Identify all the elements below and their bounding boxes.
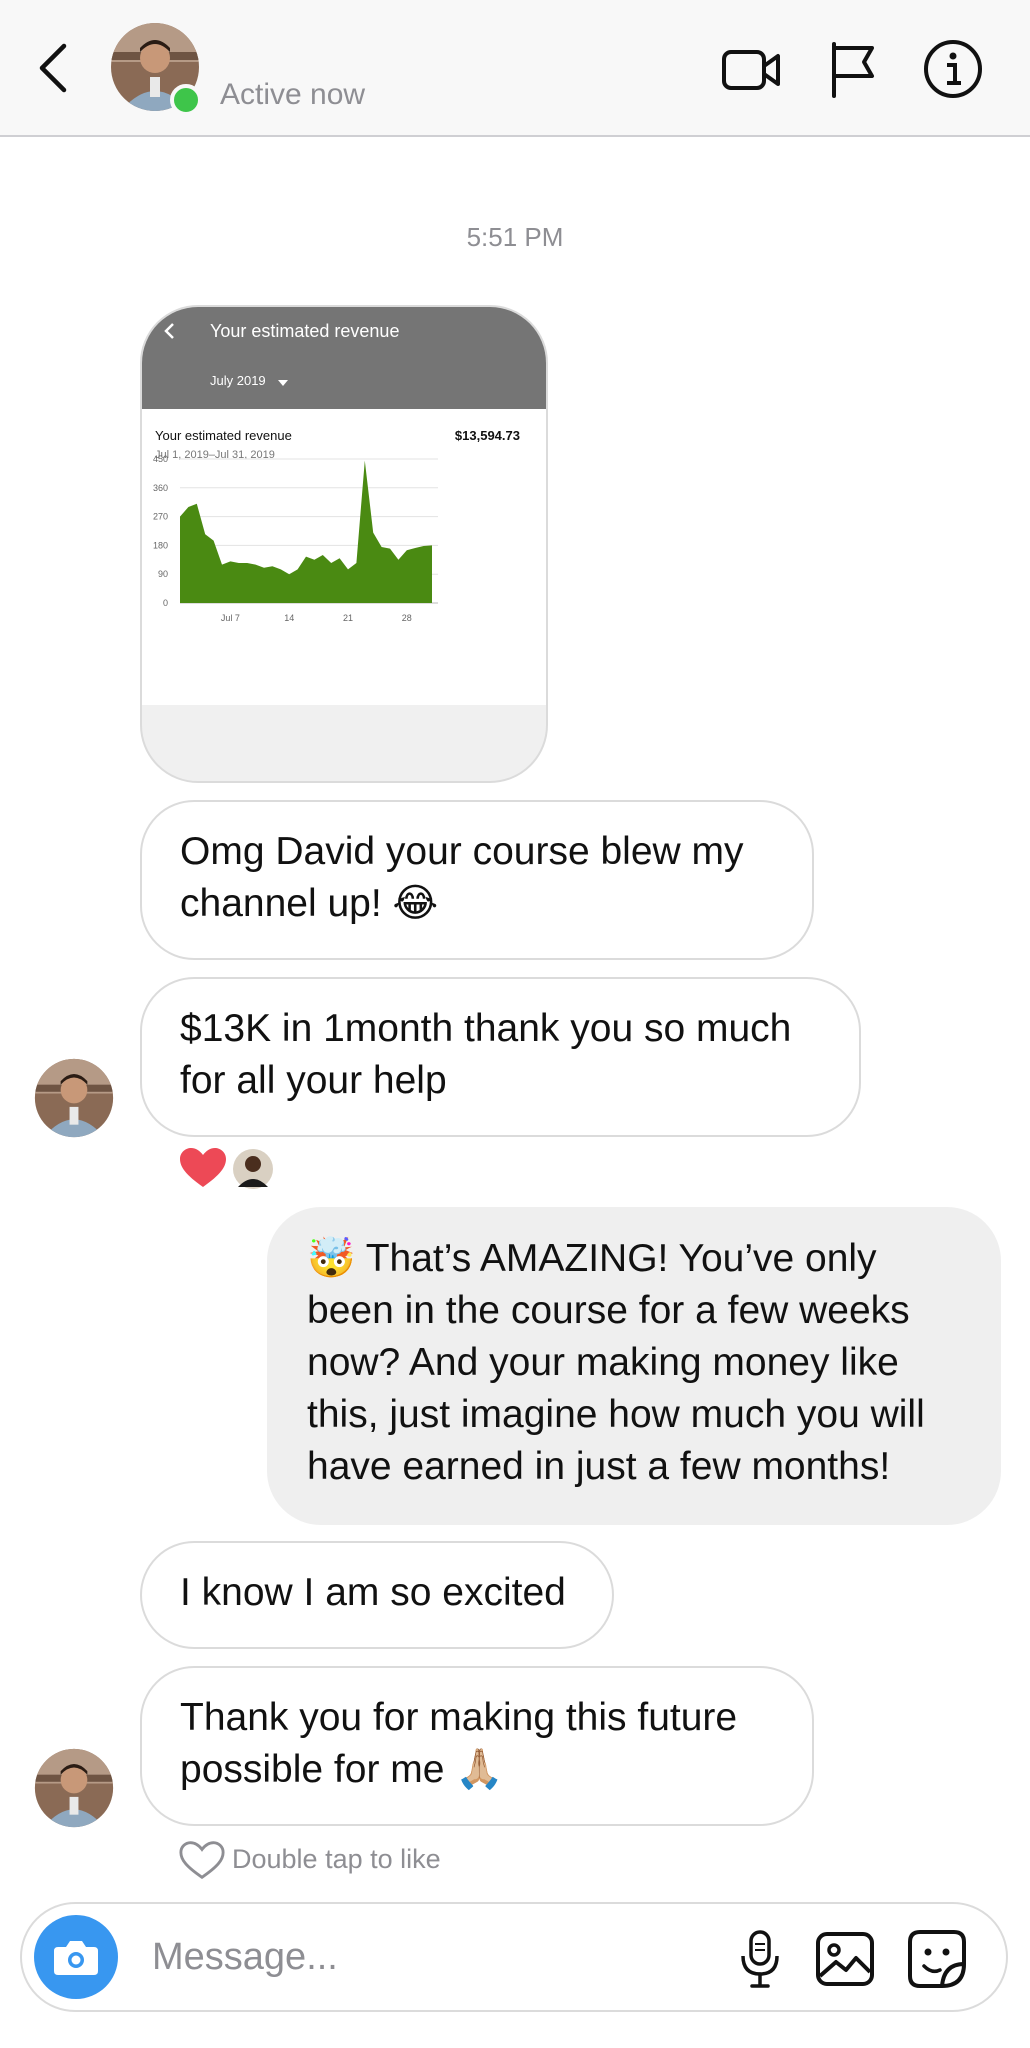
back-arrow-icon [164,323,174,339]
reactor-avatar [231,1147,275,1191]
microphone-icon[interactable] [727,1926,793,1992]
y-tick-label: 180 [153,540,168,550]
shared-image-message[interactable]: Your estimated revenue July 2019 Your es… [140,305,548,783]
video-camera-icon[interactable] [718,36,784,102]
chat-header: Active now [0,0,1030,137]
heart-outline-icon[interactable] [178,1838,226,1882]
image-icon[interactable] [812,1926,878,1992]
message-text: I know I am so excited [180,1571,566,1614]
message-input[interactable] [150,1928,694,1986]
online-indicator [170,84,202,116]
shared-image-header: Your estimated revenue July 2019 [142,307,546,409]
message-bubble[interactable]: Thank you for making this future possibl… [140,1666,814,1826]
revenue-chart-panel: Your estimated revenue Jul 1, 2019–Jul 3… [142,409,546,705]
message-timestamp: 5:51 PM [466,222,564,252]
flag-icon[interactable] [820,36,886,102]
camera-icon [54,1941,98,1975]
y-tick-label: 90 [158,569,168,579]
heart-reaction-icon [180,1148,226,1187]
chevron-left-icon[interactable] [30,38,80,98]
x-tick-label: Jul 7 [221,613,240,623]
x-tick-label: 21 [343,613,353,623]
message-text: 🤯 That’s AMAZING! You’ve only been in th… [307,1237,925,1488]
revenue-area-chart: 0 90 180 270 360 450 Jul 7 14 21 28 [153,454,438,623]
message-text: $13K in 1month thank you so much for all… [180,1007,792,1102]
revenue-area-series [180,460,432,603]
y-tick-label: 360 [153,483,168,493]
shared-image-title: Your estimated revenue [210,321,400,341]
y-tick-label: 0 [163,598,168,608]
message-reactions[interactable] [178,1145,278,1193]
message-text: Omg David your course blew my channel up… [180,830,744,925]
x-tick-label: 14 [284,613,294,623]
active-status: Active now [220,78,366,111]
month-selector: July 2019 [210,373,266,388]
info-icon[interactable] [920,36,986,102]
x-tick-label: 28 [402,613,412,623]
y-tick-label: 270 [153,512,168,522]
double-tap-hint: Double tap to like [232,1844,441,1874]
contact-avatar-small[interactable] [34,1748,114,1828]
message-bubble-sent[interactable]: 🤯 That’s AMAZING! You’ve only been in th… [267,1207,1001,1525]
message-bubble[interactable]: I know I am so excited [140,1541,614,1649]
message-composer [20,1902,1008,2012]
caret-down-icon [278,380,288,386]
sticker-icon[interactable] [904,1926,970,1992]
y-tick-label: 450 [153,454,168,464]
contact-avatar-small[interactable] [34,1058,114,1138]
camera-button[interactable] [34,1915,118,1999]
message-bubble[interactable]: $13K in 1month thank you so much for all… [140,977,861,1137]
message-text: Thank you for making this future possibl… [180,1696,738,1791]
message-bubble[interactable]: Omg David your course blew my channel up… [140,800,814,960]
